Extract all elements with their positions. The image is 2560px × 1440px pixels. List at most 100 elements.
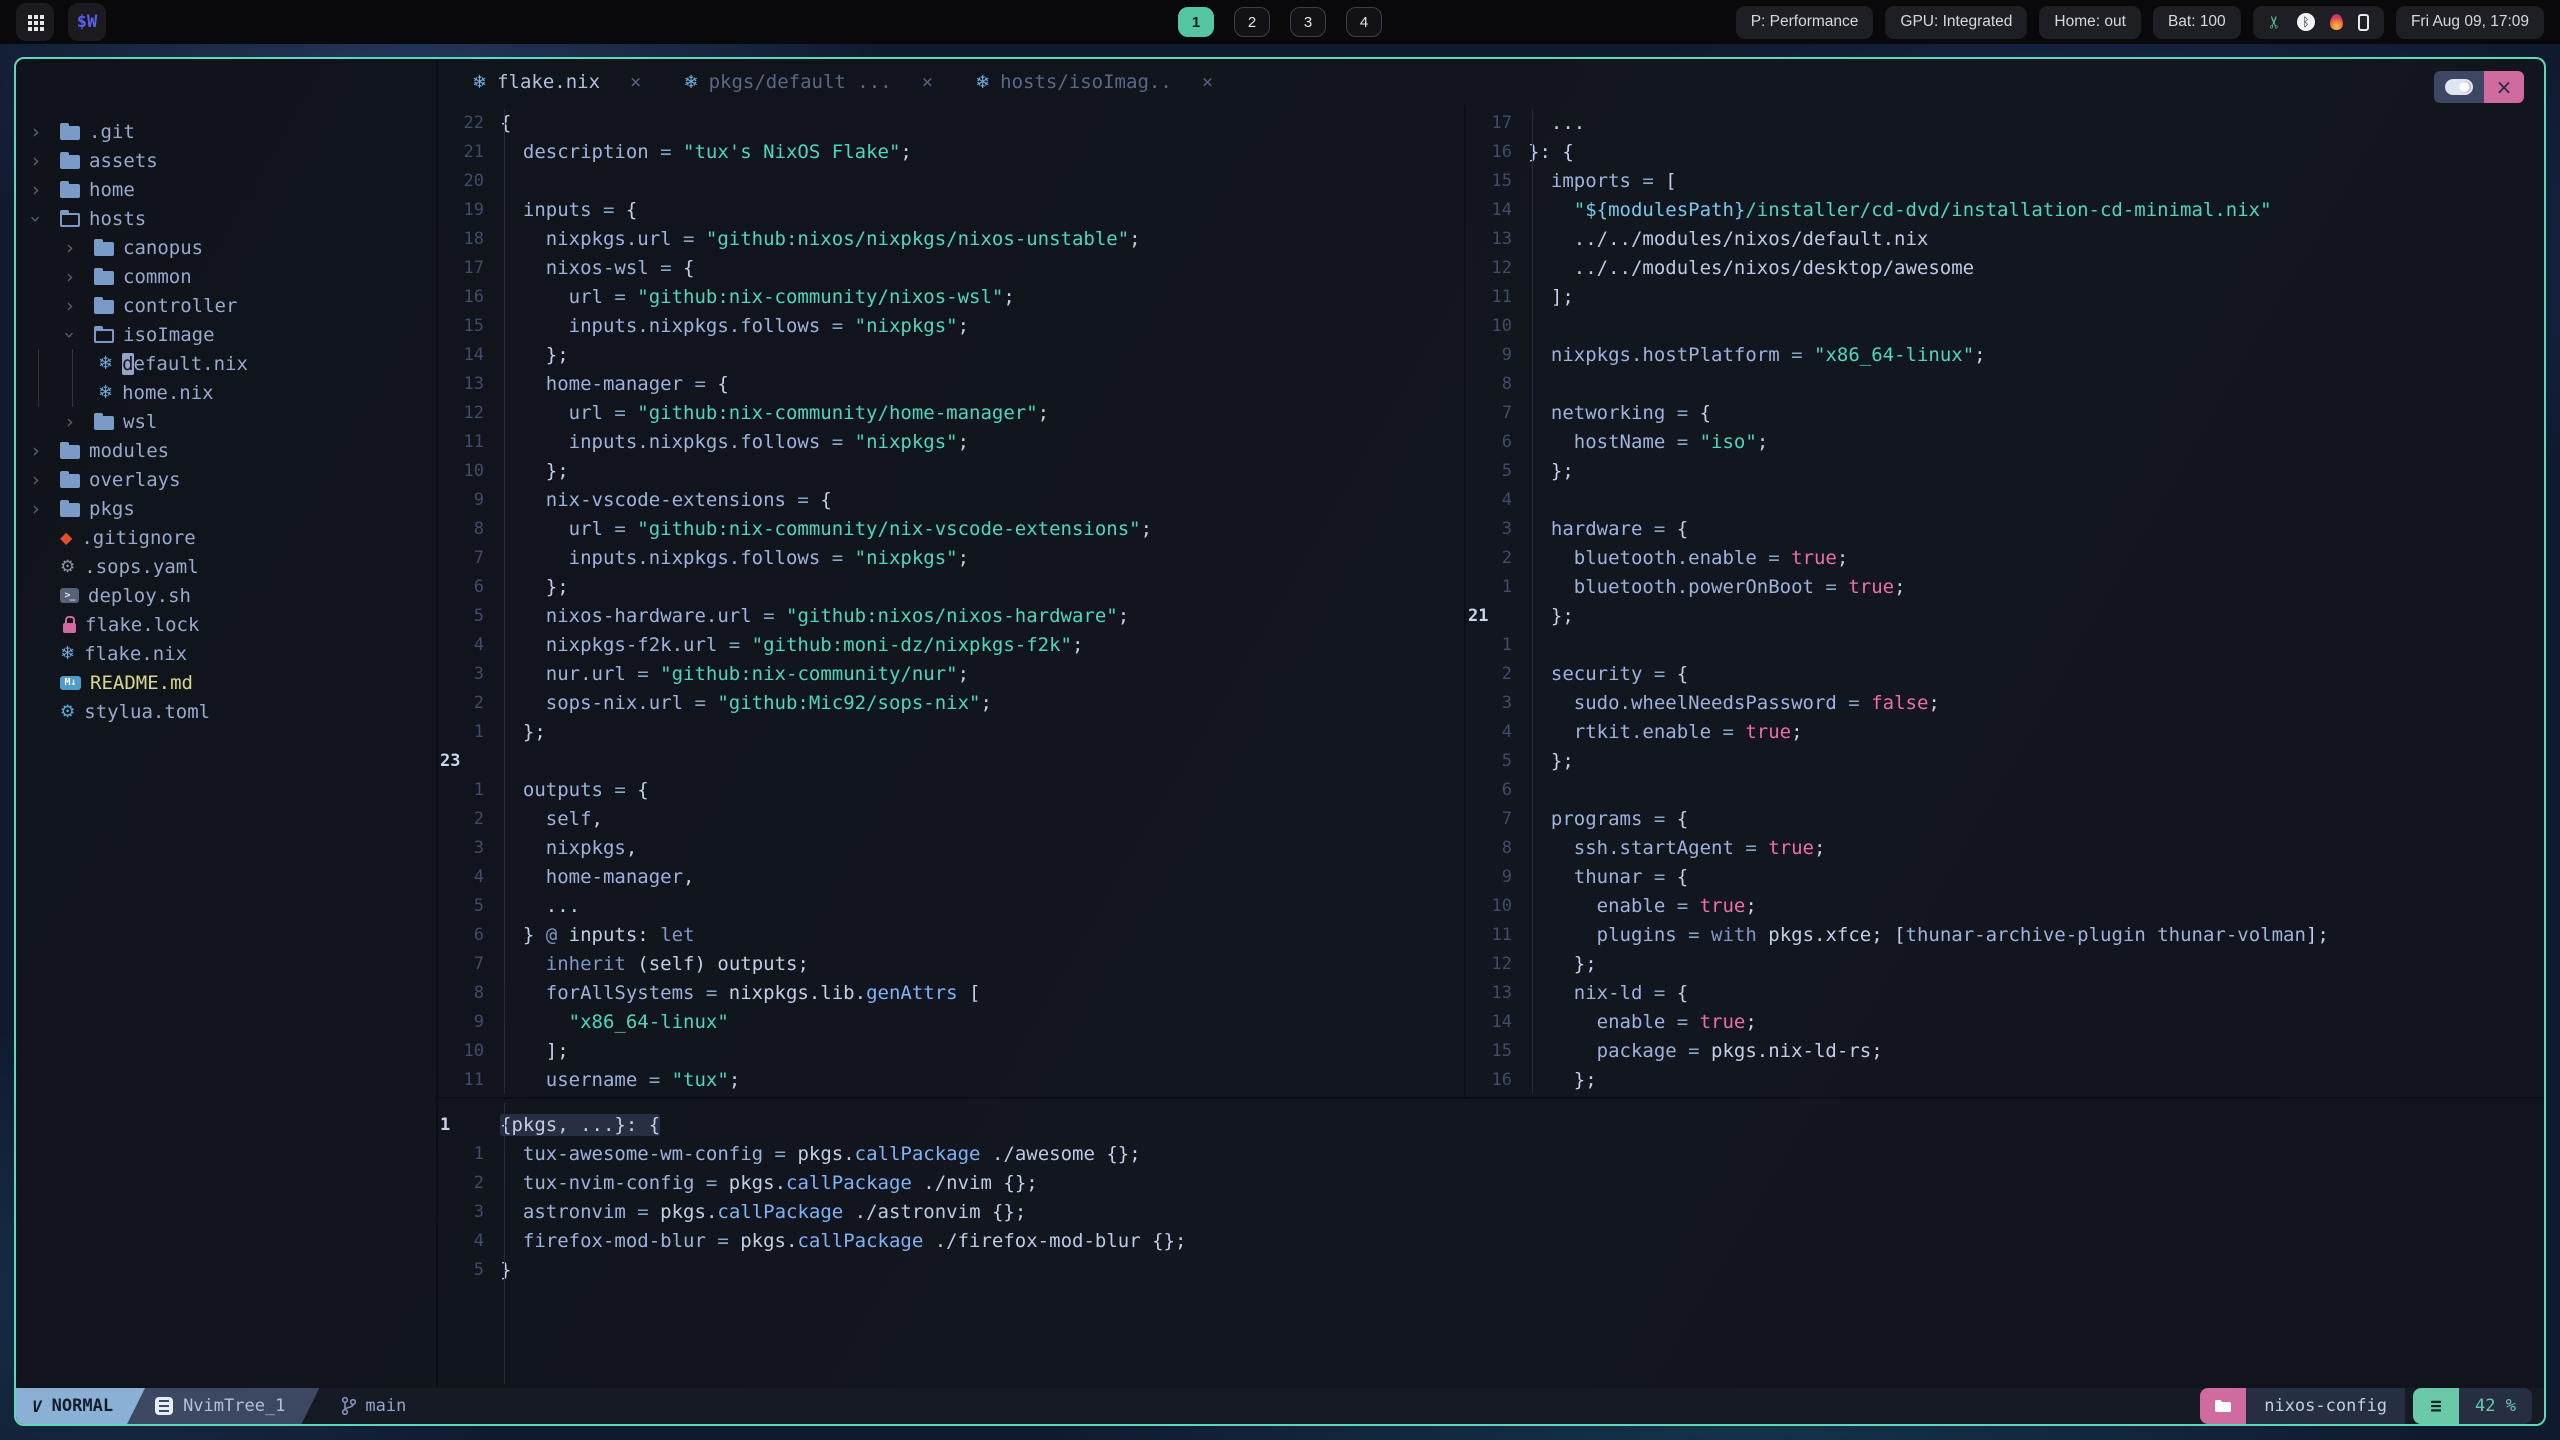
- tree-item-hosts[interactable]: › hosts: [16, 204, 436, 233]
- code-line[interactable]: 6: [1466, 776, 2544, 805]
- tree-item-canopus[interactable]: › canopus: [16, 233, 436, 262]
- tree-item-gitignore[interactable]: ◆ .gitignore: [16, 523, 436, 552]
- workspace-tag-2[interactable]: 2: [1234, 7, 1270, 37]
- tree-item-flake-nix[interactable]: ❄ flake.nix: [16, 639, 436, 668]
- workspace-tag-4[interactable]: 4: [1346, 7, 1382, 37]
- editor-pane-flake-nix[interactable]: 22{21 description = "tux's NixOS Flake";…: [438, 105, 1464, 1097]
- code-line[interactable]: 16 url = "github:nix-community/nixos-wsl…: [438, 283, 1464, 312]
- editor-pane-iso-default-nix[interactable]: 17 ... 16}: {15 imports = [14 "${modulesP…: [1466, 105, 2544, 1097]
- chevron-down-icon[interactable]: ›: [25, 208, 60, 230]
- code-line[interactable]: 7 programs = {: [1466, 805, 2544, 834]
- editor-pane-pkgs-default-nix[interactable]: 1 {pkgs, ...}: {1 tux-awesome-wm-config =…: [438, 1099, 2544, 1388]
- chevron-right-icon[interactable]: ›: [64, 295, 94, 317]
- code-line[interactable]: 6 } @ inputs: let: [438, 921, 1464, 950]
- app-launcher-button[interactable]: [16, 3, 54, 41]
- code-line[interactable]: 13 ../../modules/nixos/default.nix: [1466, 225, 2544, 254]
- window-close-button[interactable]: ×: [2484, 71, 2524, 103]
- tree-item-readme-md[interactable]: M↓ README.md: [16, 668, 436, 697]
- code-line[interactable]: 14 "${modulesPath}/installer/cd-dvd/inst…: [1466, 196, 2544, 225]
- code-line[interactable]: 11 ];: [1466, 283, 2544, 312]
- tree-item-assets[interactable]: › assets: [16, 146, 436, 175]
- code-line[interactable]: 2 tux-nvim-config = pkgs.callPackage ./n…: [438, 1169, 2544, 1198]
- code-line[interactable]: 8 url = "github:nix-community/nix-vscode…: [438, 515, 1464, 544]
- code-line[interactable]: 9 "x86_64-linux": [438, 1008, 1464, 1037]
- code-line[interactable]: 16 };: [1466, 1066, 2544, 1095]
- workspace-tag-1[interactable]: 1: [1178, 7, 1214, 37]
- code-line[interactable]: 3 sudo.wheelNeedsPassword = false;: [1466, 689, 2544, 718]
- code-line[interactable]: 17 nixos-wsl = {: [438, 254, 1464, 283]
- tree-item-sops-yaml[interactable]: ⚙ .sops.yaml: [16, 552, 436, 581]
- chevron-down-icon[interactable]: ›: [59, 324, 94, 346]
- code-line[interactable]: 8 forAllSystems = nixpkgs.lib.genAttrs [: [438, 979, 1464, 1008]
- code-line[interactable]: 5}: [438, 1256, 2544, 1285]
- code-line[interactable]: 23: [438, 747, 1464, 776]
- chevron-right-icon[interactable]: ›: [30, 150, 60, 172]
- tab-flake-nix[interactable]: ❄ flake.nix ×: [472, 71, 642, 93]
- code-line[interactable]: 2 sops-nix.url = "github:Mic92/sops-nix"…: [438, 689, 1464, 718]
- code-line[interactable]: 12 url = "github:nix-community/home-mana…: [438, 399, 1464, 428]
- code-line[interactable]: 11 plugins = with pkgs.xfce; [thunar-arc…: [1466, 921, 2544, 950]
- code-line[interactable]: 11 username = "tux";: [438, 1066, 1464, 1095]
- code-line[interactable]: 3 astronvim = pkgs.callPackage ./astronv…: [438, 1198, 2544, 1227]
- code-line[interactable]: 4 nixpkgs-f2k.url = "github:moni-dz/nixp…: [438, 631, 1464, 660]
- code-line[interactable]: 11 inputs.nixpkgs.follows = "nixpkgs";: [438, 428, 1464, 457]
- code-line[interactable]: 15 inputs.nixpkgs.follows = "nixpkgs";: [438, 312, 1464, 341]
- code-line[interactable]: 10: [1466, 312, 2544, 341]
- code-line[interactable]: 22 {: [438, 109, 1464, 138]
- code-line[interactable]: 5 ...: [438, 892, 1464, 921]
- code-line[interactable]: 10 ];: [438, 1037, 1464, 1066]
- code-line[interactable]: 1 {pkgs, ...}: {: [438, 1111, 2544, 1140]
- code-line[interactable]: 9 nix-vscode-extensions = {: [438, 486, 1464, 515]
- tree-item-pkgs[interactable]: › pkgs: [16, 494, 436, 523]
- code-line[interactable]: 10 };: [438, 457, 1464, 486]
- close-tab-icon[interactable]: ×: [922, 71, 933, 93]
- code-line[interactable]: 5 };: [1466, 747, 2544, 776]
- chevron-right-icon[interactable]: ›: [30, 498, 60, 520]
- window-toggle-button[interactable]: [2434, 71, 2484, 103]
- chevron-right-icon[interactable]: ›: [30, 469, 60, 491]
- code-line[interactable]: 3 nixpkgs,: [438, 834, 1464, 863]
- chevron-right-icon[interactable]: ›: [30, 179, 60, 201]
- tree-item-stylua-toml[interactable]: ⚙ stylua.toml: [16, 697, 436, 726]
- code-line[interactable]: 9 nixpkgs.hostPlatform = "x86_64-linux";: [1466, 341, 2544, 370]
- code-line[interactable]: 13 home-manager = {: [438, 370, 1464, 399]
- code-line[interactable]: 14 enable = true;: [1466, 1008, 2544, 1037]
- chevron-right-icon[interactable]: ›: [30, 121, 60, 143]
- awesome-menu-button[interactable]: $W: [68, 3, 106, 41]
- tree-item-default-nix[interactable]: ❄ default.nix: [16, 349, 436, 378]
- code-line[interactable]: 9 thunar = {: [1466, 863, 2544, 892]
- code-line[interactable]: 19 inputs = {: [438, 196, 1464, 225]
- code-line[interactable]: 12 ../../modules/nixos/desktop/awesome: [1466, 254, 2544, 283]
- code-line[interactable]: 4 firefox-mod-blur = pkgs.callPackage ./…: [438, 1227, 2544, 1256]
- code-line[interactable]: 3 hardware = {: [1466, 515, 2544, 544]
- code-line[interactable]: 1 outputs = {: [438, 776, 1464, 805]
- tree-item-wsl[interactable]: › wsl: [16, 407, 436, 436]
- code-line[interactable]: 20: [438, 167, 1464, 196]
- code-line[interactable]: 21 };: [1466, 602, 2544, 631]
- tree-item-common[interactable]: › common: [16, 262, 436, 291]
- chevron-right-icon[interactable]: ›: [64, 411, 94, 433]
- tab-pkgs-default[interactable]: ❄ pkgs/default ... ×: [684, 71, 934, 93]
- code-line[interactable]: 18 nixpkgs.url = "github:nixos/nixpkgs/n…: [438, 225, 1464, 254]
- close-tab-icon[interactable]: ×: [1202, 71, 1213, 93]
- code-line[interactable]: 2 security = {: [1466, 660, 2544, 689]
- code-line[interactable]: 6 };: [438, 573, 1464, 602]
- code-line[interactable]: 7 inputs.nixpkgs.follows = "nixpkgs";: [438, 544, 1464, 573]
- code-line[interactable]: 16}: {: [1466, 138, 2544, 167]
- tree-item-modules[interactable]: › modules: [16, 436, 436, 465]
- tree-item-flake-lock[interactable]: flake.lock: [16, 610, 436, 639]
- workspace-tag-3[interactable]: 3: [1290, 7, 1326, 37]
- code-line[interactable]: 10 enable = true;: [1466, 892, 2544, 921]
- code-line[interactable]: 7 inherit (self) outputs;: [438, 950, 1464, 979]
- code-line[interactable]: 3 nur.url = "github:nix-community/nur";: [438, 660, 1464, 689]
- code-line[interactable]: 5 };: [1466, 457, 2544, 486]
- chevron-right-icon[interactable]: ›: [30, 440, 60, 462]
- close-tab-icon[interactable]: ×: [630, 71, 641, 93]
- code-line[interactable]: 6 hostName = "iso";: [1466, 428, 2544, 457]
- code-line[interactable]: 5 nixos-hardware.url = "github:nixos/nix…: [438, 602, 1464, 631]
- code-line[interactable]: 14 };: [438, 341, 1464, 370]
- tab-hosts-isoimag[interactable]: ❄ hosts/isoImag.. ×: [975, 71, 1213, 93]
- code-line[interactable]: 4: [1466, 486, 2544, 515]
- code-line[interactable]: 7 networking = {: [1466, 399, 2544, 428]
- tree-item-home-nix[interactable]: ❄ home.nix: [16, 378, 436, 407]
